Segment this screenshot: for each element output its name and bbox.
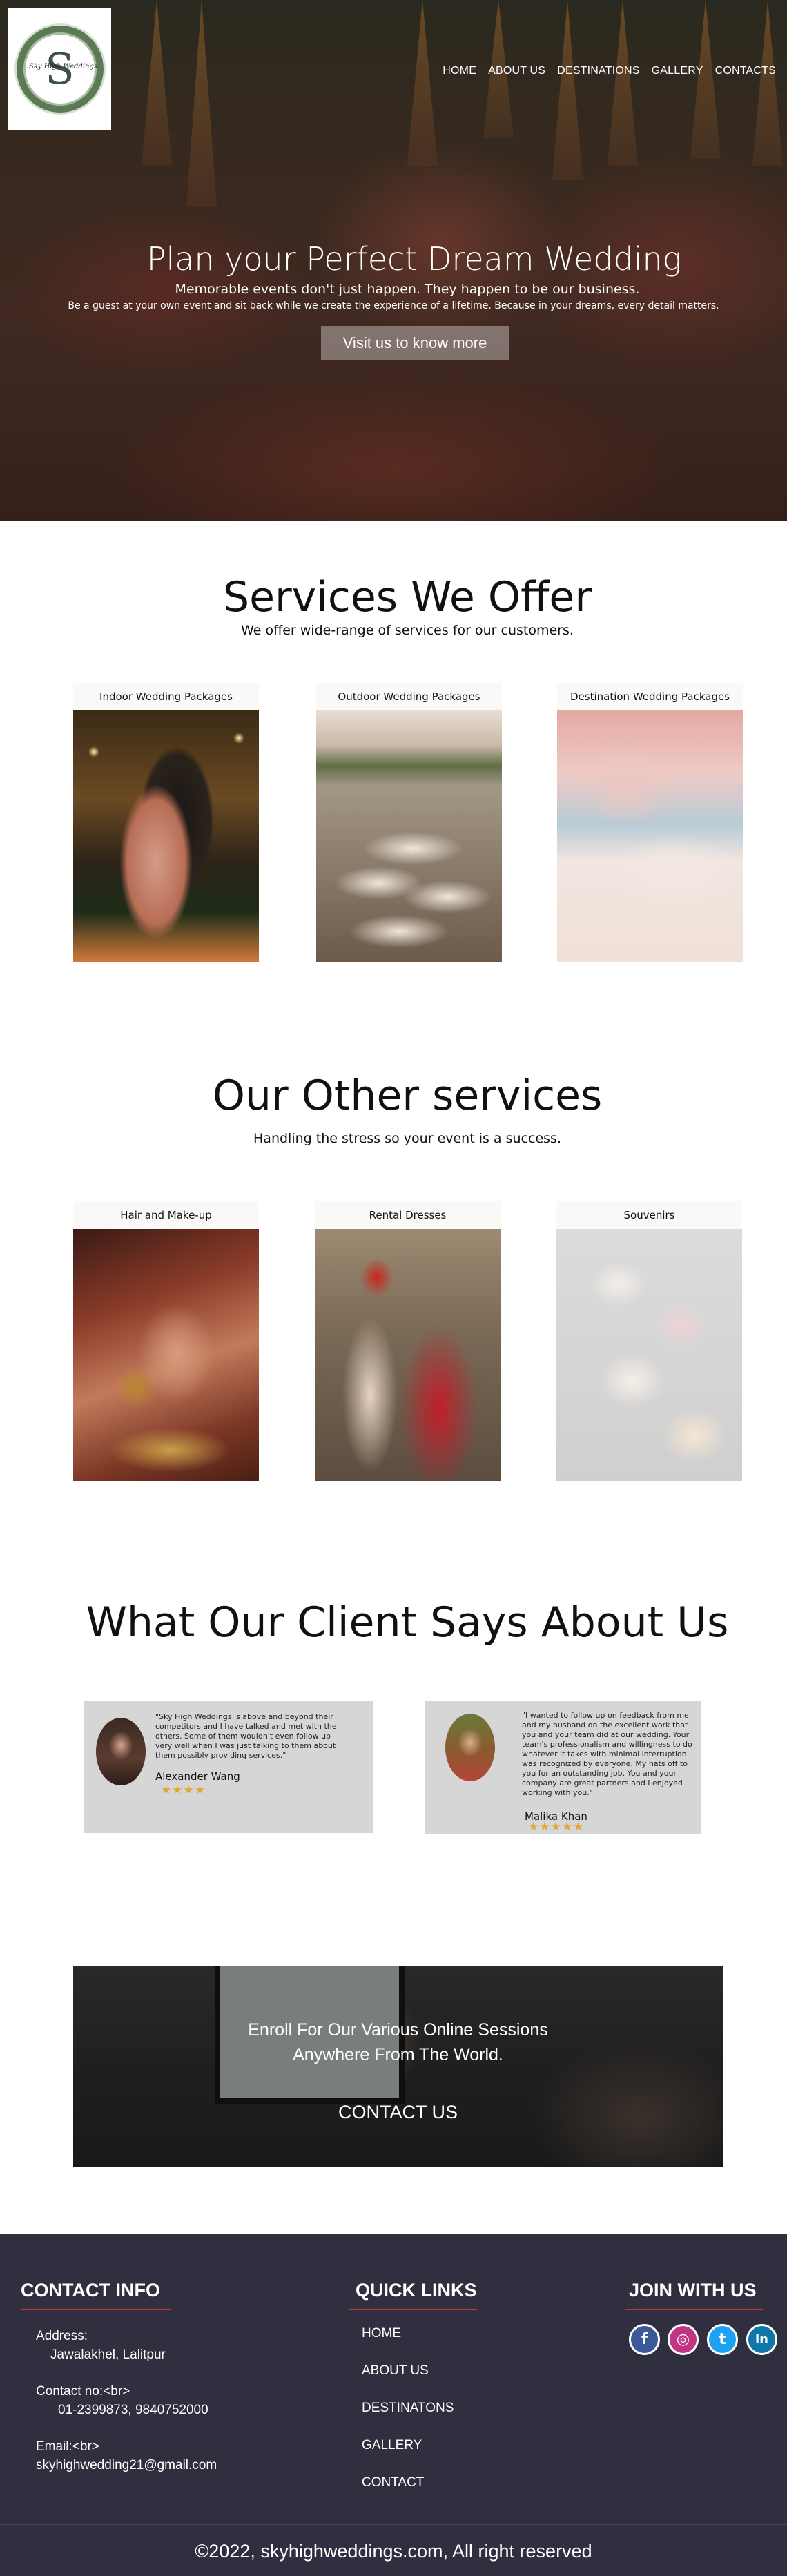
souvenirs-image xyxy=(556,1229,742,1481)
hero-title: Plan your Perfect Dream Wedding xyxy=(146,240,682,278)
service-card-indoor[interactable]: Indoor Wedding Packages xyxy=(73,683,259,962)
service-card-souvenirs[interactable]: Souvenirs xyxy=(556,1201,742,1481)
outdoor-wedding-image xyxy=(316,710,502,962)
service-card-label: Souvenirs xyxy=(556,1201,742,1229)
main-nav: HOME ABOUT US DESTINATIONS GALLERY CONTA… xyxy=(443,65,776,77)
divider xyxy=(349,2309,477,2310)
copyright: ©2022, skyhighweddings.com, All right re… xyxy=(195,2541,592,2562)
nav-about-us[interactable]: ABOUT US xyxy=(488,65,545,77)
phone-value: 01-2399873, 9840752000 xyxy=(58,2403,208,2417)
testimonials-title: What Our Client Says About Us xyxy=(86,1598,729,1647)
logo-wreath-icon: S Sky High Weddings xyxy=(16,26,104,113)
hero-tagline: Be a guest at your own event and sit bac… xyxy=(68,300,719,311)
testimonial-quote: "I wanted to follow up on feedback from … xyxy=(522,1711,692,1797)
rating-stars-icon: ★★★★ xyxy=(161,1783,206,1797)
phone-label: Contact no:<br> xyxy=(36,2384,130,2399)
enroll-line-2: Anywhere From The World. xyxy=(293,2045,503,2064)
destination-wedding-image xyxy=(557,710,743,962)
contact-us-button[interactable]: CONTACT US xyxy=(327,2099,469,2125)
service-card-label: Rental Dresses xyxy=(315,1201,501,1229)
email-label: Email:<br> xyxy=(36,2439,99,2454)
footer-link-gallery[interactable]: GALLERY xyxy=(362,2438,422,2453)
services-subtitle: We offer wide-range of services for our … xyxy=(241,623,574,638)
visit-us-button[interactable]: Visit us to know more xyxy=(321,326,509,360)
divider xyxy=(21,2309,171,2310)
testimonial-name: Alexander Wang xyxy=(155,1770,240,1783)
footer-link-home[interactable]: HOME xyxy=(362,2326,401,2341)
nav-contacts[interactable]: CONTACTS xyxy=(715,65,776,77)
enroll-banner: Enroll For Our Various Online Sessions A… xyxy=(73,1966,723,2167)
nav-destinations[interactable]: DESTINATIONS xyxy=(557,65,639,77)
indoor-wedding-image xyxy=(73,710,259,962)
divider xyxy=(625,2309,763,2310)
nav-gallery[interactable]: GALLERY xyxy=(652,65,703,77)
service-card-label: Hair and Make-up xyxy=(73,1201,259,1229)
service-card-rental-dresses[interactable]: Rental Dresses xyxy=(315,1201,501,1481)
contact-info-title: CONTACT INFO xyxy=(21,2280,160,2301)
hero-subtitle: Memorable events don't just happen. They… xyxy=(175,282,640,297)
service-card-destination[interactable]: Destination Wedding Packages xyxy=(557,683,743,962)
testimonial-card: "I wanted to follow up on feedback from … xyxy=(425,1701,701,1834)
service-card-outdoor[interactable]: Outdoor Wedding Packages xyxy=(316,683,502,962)
rental-dresses-image xyxy=(315,1229,501,1481)
nav-home[interactable]: HOME xyxy=(443,65,476,77)
services-title: Services We Offer xyxy=(222,573,592,621)
footer-divider xyxy=(0,2524,787,2525)
testimonial-card: "Sky High Weddings is above and beyond t… xyxy=(84,1701,373,1833)
other-services-title: Our Other services xyxy=(212,1072,603,1120)
service-card-label: Destination Wedding Packages xyxy=(557,683,743,710)
service-card-hair-makeup[interactable]: Hair and Make-up xyxy=(73,1201,259,1481)
service-card-label: Indoor Wedding Packages xyxy=(73,683,259,710)
testimonial-quote: "Sky High Weddings is above and beyond t… xyxy=(155,1712,337,1760)
hero-section: S Sky High Weddings HOME ABOUT US DESTIN… xyxy=(0,0,787,521)
footer-link-destinations[interactable]: DESTINATONS xyxy=(362,2401,454,2416)
linkedin-icon[interactable]: in xyxy=(746,2324,777,2355)
join-with-us-title: JOIN WITH US xyxy=(629,2280,757,2301)
address-label: Address: xyxy=(36,2329,88,2343)
footer: CONTACT INFO Address: Jawalakhel, Lalitp… xyxy=(0,2234,787,2576)
instagram-icon[interactable]: ◎ xyxy=(668,2324,699,2355)
footer-link-contact[interactable]: CONTACT xyxy=(362,2475,424,2490)
footer-link-about-us[interactable]: ABOUT US xyxy=(362,2363,429,2379)
rating-stars-icon: ★★★★★ xyxy=(528,1820,585,1834)
logo[interactable]: S Sky High Weddings xyxy=(8,8,111,130)
address-value: Jawalakhel, Lalitpur xyxy=(50,2347,166,2362)
quick-links-title: QUICK LINKS xyxy=(356,2280,477,2301)
avatar xyxy=(445,1714,495,1781)
other-services-subtitle: Handling the stress so your event is a s… xyxy=(253,1131,561,1146)
logo-text: Sky High Weddings xyxy=(28,63,98,70)
avatar xyxy=(96,1718,146,1785)
email-value[interactable]: skyhighwedding21@gmail.com xyxy=(36,2456,217,2475)
enroll-line-1: Enroll For Our Various Online Sessions xyxy=(248,2020,548,2040)
twitter-icon[interactable]: t xyxy=(707,2324,738,2355)
hair-makeup-image xyxy=(73,1229,259,1481)
service-card-label: Outdoor Wedding Packages xyxy=(316,683,502,710)
facebook-icon[interactable]: f xyxy=(629,2324,660,2355)
